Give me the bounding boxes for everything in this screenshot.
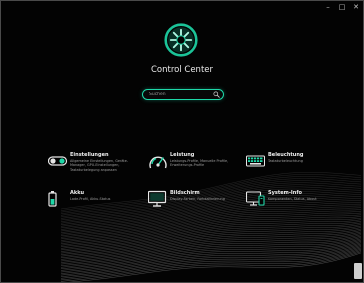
tile-akku[interactable]: Akku Lade-Profil, Akku-Status <box>48 190 158 220</box>
close-button[interactable]: ✕ <box>349 1 363 13</box>
tile-bildschirm[interactable]: Bildschirm Display-Farben, Farbkalibrier… <box>148 190 258 220</box>
tile-bildschirm-desc: Display-Farben, Farbkalibrierung <box>170 197 225 201</box>
tile-akku-desc: Lade-Profil, Akku-Status <box>70 197 111 201</box>
tile-einstellungen-name: Einstellungen <box>70 152 109 158</box>
keyboard-icon <box>246 155 265 167</box>
search-icon[interactable] <box>213 91 220 98</box>
search-box[interactable] <box>142 89 224 100</box>
tile-akku-name: Akku <box>70 190 85 196</box>
search-input[interactable] <box>149 90 209 99</box>
tile-leistung[interactable]: Leistung Leistungs-Profile, Manuelle Pro… <box>148 152 258 182</box>
tile-beleuchtung-name: Beleuchtung <box>268 152 304 158</box>
tile-leistung-name: Leistung <box>170 152 195 158</box>
tile-system-info[interactable]: System-Info Komponenten, Status, About <box>246 190 356 220</box>
tile-einstellungen-desc: Allgemeine Einstellungen, Geräte-Manager… <box>70 159 129 172</box>
tile-bildschirm-name: Bildschirm <box>170 190 200 196</box>
system-info-icon <box>246 191 265 206</box>
wave-line <box>60 228 362 255</box>
tile-system-info-name: System-Info <box>268 190 302 196</box>
speedometer-icon <box>149 156 167 169</box>
app-title: Control Center <box>150 65 214 75</box>
wave-line <box>60 241 362 269</box>
wave-line <box>60 248 362 279</box>
toggle-switch-icon <box>48 156 68 166</box>
minimize-button[interactable]: – <box>321 1 335 13</box>
control-center-window: – □ ✕ Control Center Suchen Einstellunge… <box>0 0 364 283</box>
tile-leistung-desc: Leistungs-Profile, Manuelle Profile, Erw… <box>170 159 229 168</box>
maximize-button[interactable]: □ <box>335 1 349 13</box>
side-notification-tab[interactable] <box>354 263 362 279</box>
tile-beleuchtung[interactable]: Beleuchtung Tastaturbeleuchtung <box>246 152 356 182</box>
tile-system-info-desc: Komponenten, Status, About <box>268 197 317 201</box>
app-logo-icon <box>164 23 198 57</box>
tile-beleuchtung-desc: Tastaturbeleuchtung <box>268 159 303 163</box>
monitor-icon <box>148 190 167 207</box>
battery-icon <box>48 191 57 207</box>
wave-line <box>60 235 362 263</box>
tile-einstellungen[interactable]: Einstellungen Allgemeine Einstellungen, … <box>48 152 158 182</box>
window-controls: – □ ✕ <box>321 1 363 13</box>
